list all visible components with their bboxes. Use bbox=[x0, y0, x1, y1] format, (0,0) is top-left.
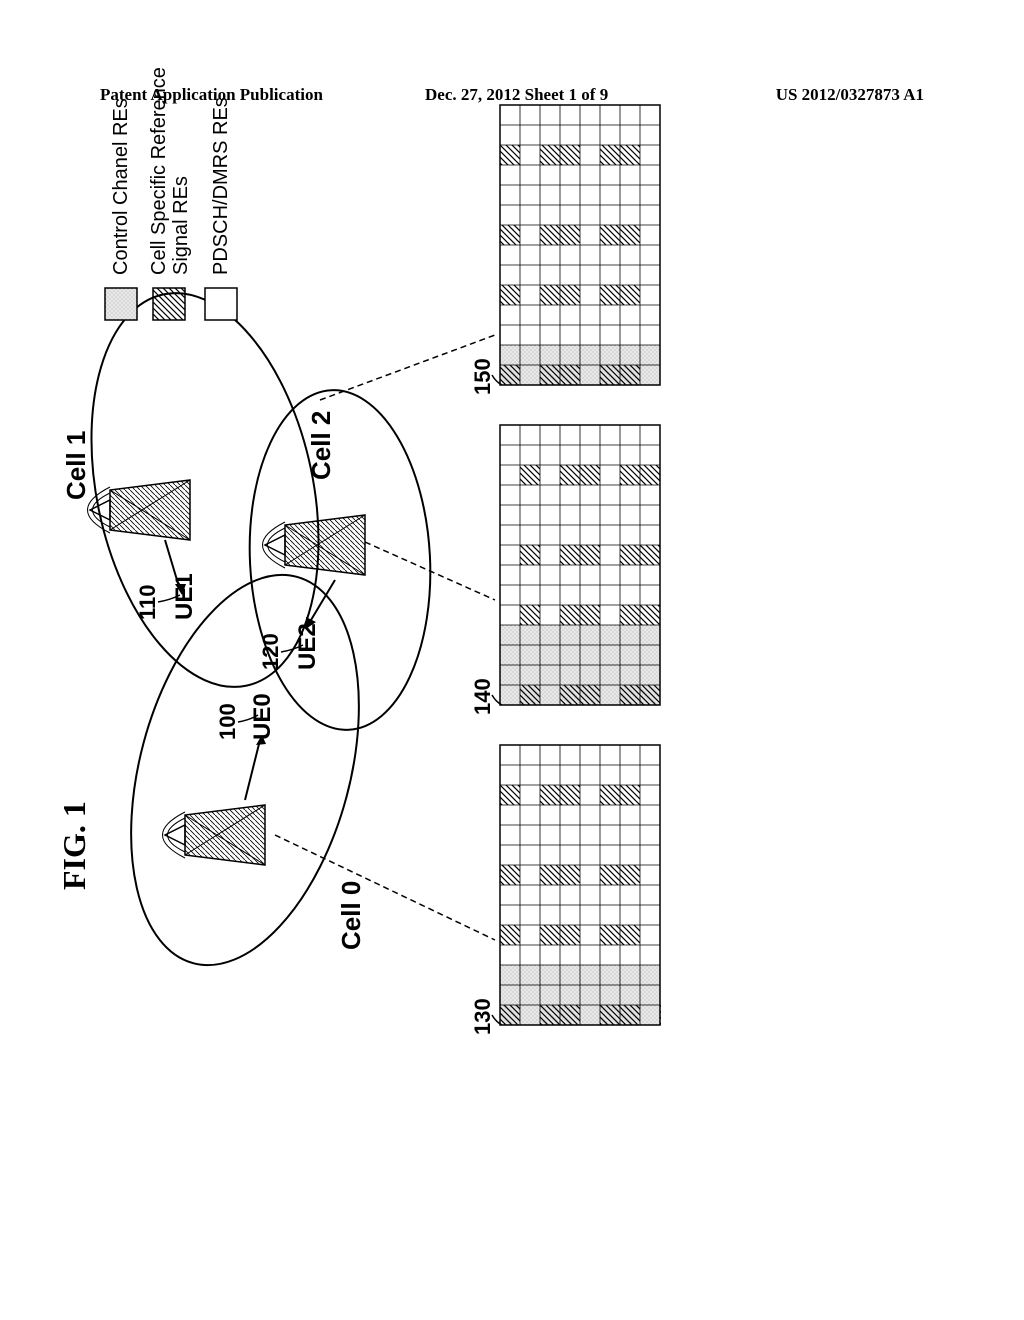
figure-svg: FIG. 1 Cell 0 Cell 1 Cell 2 UE0 UE1 UE2 … bbox=[0, 50, 940, 1100]
figure-label: FIG. 1 bbox=[56, 801, 92, 890]
legend-crs-label-1: Cell Specific Reference bbox=[148, 67, 170, 275]
legend: Control Chanel REs Cell Specific Referen… bbox=[105, 67, 237, 320]
legend-crs-label-2: Signal REs bbox=[170, 176, 192, 275]
ref-110: 110 bbox=[135, 585, 160, 621]
ref-100: 100 bbox=[215, 703, 240, 740]
ref-150: 150 bbox=[470, 358, 495, 395]
legend-control-label: Control Chanel REs bbox=[110, 98, 132, 275]
ue0-label: UE0 bbox=[249, 693, 276, 740]
cell0-label: Cell 0 bbox=[336, 881, 366, 950]
legend-pdsch-swatch bbox=[205, 288, 237, 320]
basestation-2 bbox=[263, 515, 366, 575]
basestation-0 bbox=[163, 805, 266, 865]
grid-150 bbox=[500, 105, 660, 385]
cell2-label: Cell 2 bbox=[306, 411, 336, 480]
ref-130: 130 bbox=[470, 998, 495, 1035]
legend-pdsch-label: PDSCH/DMRS REs bbox=[210, 97, 232, 275]
ref-140: 140 bbox=[470, 678, 495, 715]
grid-140 bbox=[500, 425, 660, 705]
cell1-label: Cell 1 bbox=[61, 431, 91, 500]
legend-crs-swatch bbox=[153, 288, 185, 320]
ref-120: 120 bbox=[258, 633, 283, 670]
legend-control-swatch bbox=[105, 288, 137, 320]
figure-diagram: FIG. 1 Cell 0 Cell 1 Cell 2 UE0 UE1 UE2 … bbox=[0, 50, 940, 1100]
grid-130 bbox=[500, 745, 661, 1025]
